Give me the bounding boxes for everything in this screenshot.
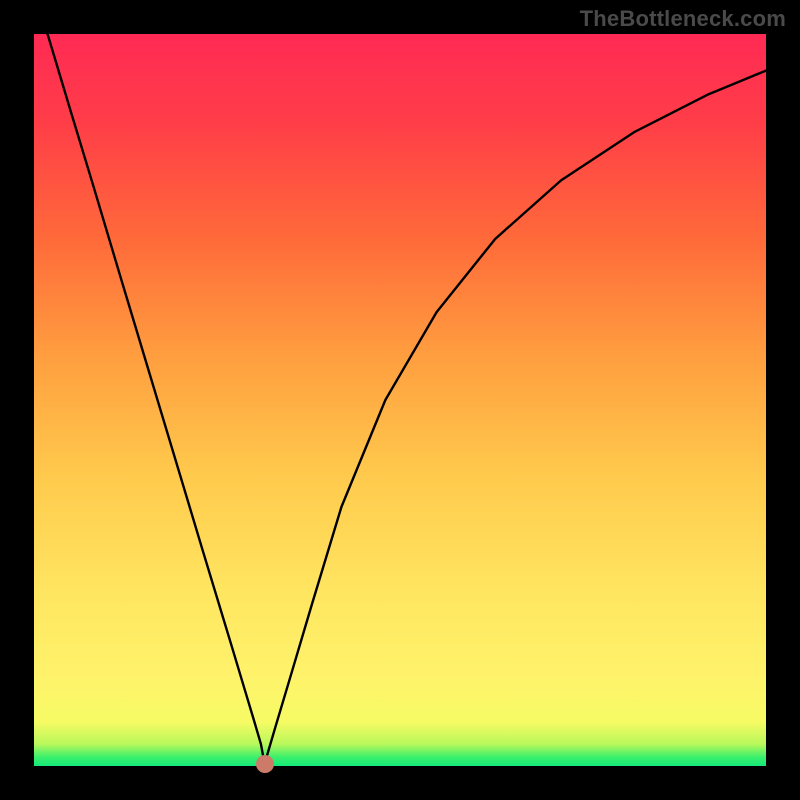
chart-frame: TheBottleneck.com [0,0,800,800]
bottleneck-curve-path [34,0,766,764]
branding-watermark: TheBottleneck.com [580,6,786,32]
curve-svg [34,34,766,766]
optimal-point-marker [256,755,274,773]
plot-area [34,34,766,766]
